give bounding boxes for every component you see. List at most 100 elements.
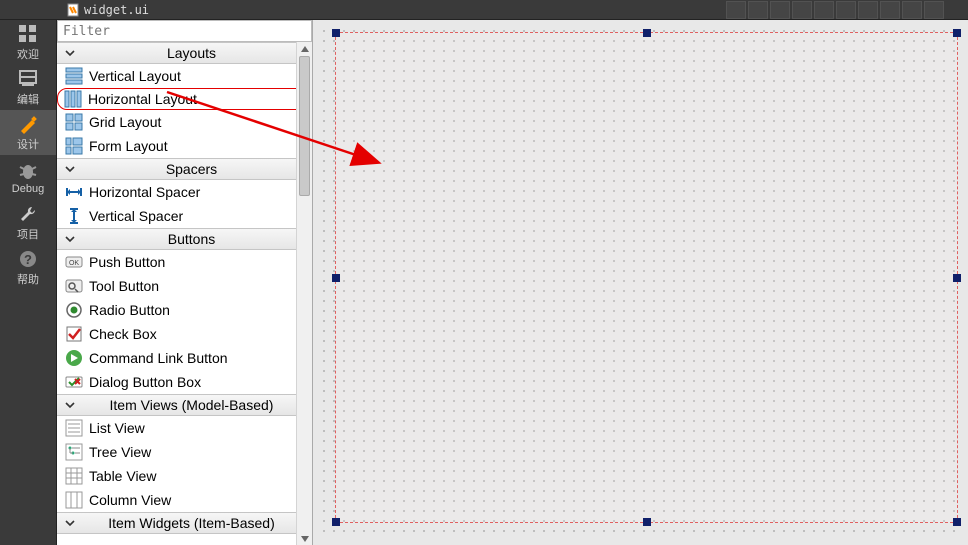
category-label: Spacers	[77, 161, 306, 177]
category-header[interactable]: Spacers	[57, 158, 312, 180]
grid-icon	[18, 24, 38, 44]
widget-entry[interactable]: OK Push Button	[57, 250, 312, 274]
filter-input[interactable]	[57, 20, 312, 42]
widget-icon	[65, 277, 83, 295]
help-icon: ?	[18, 249, 38, 269]
main-area: 欢迎 编辑 设计 Debug 项目 ? 帮助 Layouts Vertical L…	[0, 20, 968, 545]
category-label: Item Views (Model-Based)	[77, 397, 306, 413]
widget-icon	[65, 491, 83, 509]
widget-entry[interactable]: Table View	[57, 464, 312, 488]
resize-handle-w[interactable]	[332, 274, 340, 282]
toolbar-button[interactable]	[902, 1, 922, 19]
hspacer-icon	[65, 183, 83, 201]
widget-entry[interactable]: Horizontal Layout	[57, 88, 312, 110]
mode-help[interactable]: ? 帮助	[0, 245, 56, 290]
toolbar-button[interactable]	[748, 1, 768, 19]
widget-entry[interactable]: Tool Button	[57, 274, 312, 298]
widget-icon	[65, 373, 83, 391]
toolbar-button[interactable]	[836, 1, 856, 19]
mode-welcome[interactable]: 欢迎	[0, 20, 56, 65]
widget-label: Horizontal Spacer	[89, 184, 200, 200]
scrollbar-thumb[interactable]	[299, 56, 310, 196]
widget-label: Tree View	[89, 444, 151, 460]
mode-label: 项目	[17, 226, 39, 242]
resize-handle-n[interactable]	[643, 29, 651, 37]
svg-text:?: ?	[24, 252, 32, 267]
radiobutton-icon	[65, 301, 83, 319]
widget-entry[interactable]: Radio Button	[57, 298, 312, 322]
scroll-up-icon[interactable]	[297, 42, 312, 55]
toolbar-button[interactable]	[814, 1, 834, 19]
hlayout-icon	[64, 90, 82, 108]
widget-entry[interactable]: Command Link Button	[57, 346, 312, 370]
mode-design[interactable]: 设计	[0, 110, 56, 155]
resize-handle-e[interactable]	[953, 274, 961, 282]
mode-edit[interactable]: 编辑	[0, 65, 56, 110]
mode-debug[interactable]: Debug	[0, 155, 56, 200]
widget-entry[interactable]: Vertical Spacer	[57, 204, 312, 228]
resize-handle-ne[interactable]	[953, 29, 961, 37]
category-header[interactable]: Layouts	[57, 42, 312, 64]
mode-label: 设计	[17, 136, 39, 152]
widget-entry[interactable]: Dialog Button Box	[57, 370, 312, 394]
widget-icon	[64, 90, 82, 108]
toolbar-button[interactable]	[924, 1, 944, 19]
chevron-down-icon	[63, 46, 77, 60]
resize-handle-nw[interactable]	[332, 29, 340, 37]
file-tab[interactable]: widget.ui	[60, 2, 155, 18]
widget-icon	[65, 113, 83, 131]
widget-label: Vertical Layout	[89, 68, 181, 84]
mode-label: Debug	[12, 183, 44, 195]
scrollbar[interactable]	[296, 42, 312, 545]
widget-label: Tool Button	[89, 278, 159, 294]
widget-entry[interactable]: Horizontal Spacer	[57, 180, 312, 204]
toolbar-button[interactable]	[858, 1, 878, 19]
widget-label: Form Layout	[89, 138, 168, 154]
category-label: Layouts	[77, 45, 306, 61]
vlayout-icon	[65, 67, 83, 85]
widget-entry[interactable]: Tree View	[57, 440, 312, 464]
resize-handle-sw[interactable]	[332, 518, 340, 526]
mode-label: 欢迎	[17, 46, 39, 62]
widget-label: Push Button	[89, 254, 165, 270]
widget-icon: OK	[65, 253, 83, 271]
category-header[interactable]: Buttons	[57, 228, 312, 250]
widget-icon	[65, 207, 83, 225]
selected-widget[interactable]	[335, 32, 958, 523]
widget-icon	[65, 443, 83, 461]
toolbar-button[interactable]	[770, 1, 790, 19]
resize-handle-s[interactable]	[643, 518, 651, 526]
widget-entry[interactable]: List View	[57, 416, 312, 440]
category-header[interactable]: Item Widgets (Item-Based)	[57, 512, 312, 534]
formlayout-icon	[65, 137, 83, 155]
toolbar-button[interactable]	[792, 1, 812, 19]
widget-label: Dialog Button Box	[89, 374, 201, 390]
checkbox-icon	[65, 325, 83, 343]
widget-entry[interactable]: Vertical Layout	[57, 64, 312, 88]
widget-icon	[65, 349, 83, 367]
columnview-icon	[65, 491, 83, 509]
widget-entry[interactable]: Check Box	[57, 322, 312, 346]
mode-project[interactable]: 项目	[0, 200, 56, 245]
resize-handle-se[interactable]	[953, 518, 961, 526]
mode-label: 帮助	[17, 271, 39, 287]
category-header[interactable]: Item Views (Model-Based)	[57, 394, 312, 416]
widget-entry[interactable]: Grid Layout	[57, 110, 312, 134]
widget-label: Vertical Spacer	[89, 208, 183, 224]
designer-toolbar	[161, 1, 968, 19]
widget-label: List View	[89, 420, 145, 436]
widget-label: Radio Button	[89, 302, 170, 318]
widget-entry[interactable]: Column View	[57, 488, 312, 512]
widget-icon	[65, 325, 83, 343]
toolbar-button[interactable]	[726, 1, 746, 19]
widget-label: Command Link Button	[89, 350, 228, 366]
toolbar-button[interactable]	[880, 1, 900, 19]
cmdlink-icon	[65, 349, 83, 367]
widget-entry[interactable]: Form Layout	[57, 134, 312, 158]
widget-list[interactable]: Layouts Vertical Layout Horizontal Layout G…	[57, 42, 312, 545]
widget-label: Horizontal Layout	[88, 91, 197, 107]
widget-icon	[65, 183, 83, 201]
scroll-down-icon[interactable]	[297, 532, 312, 545]
form-canvas[interactable]	[313, 20, 968, 545]
category-label: Item Widgets (Item-Based)	[77, 515, 306, 531]
